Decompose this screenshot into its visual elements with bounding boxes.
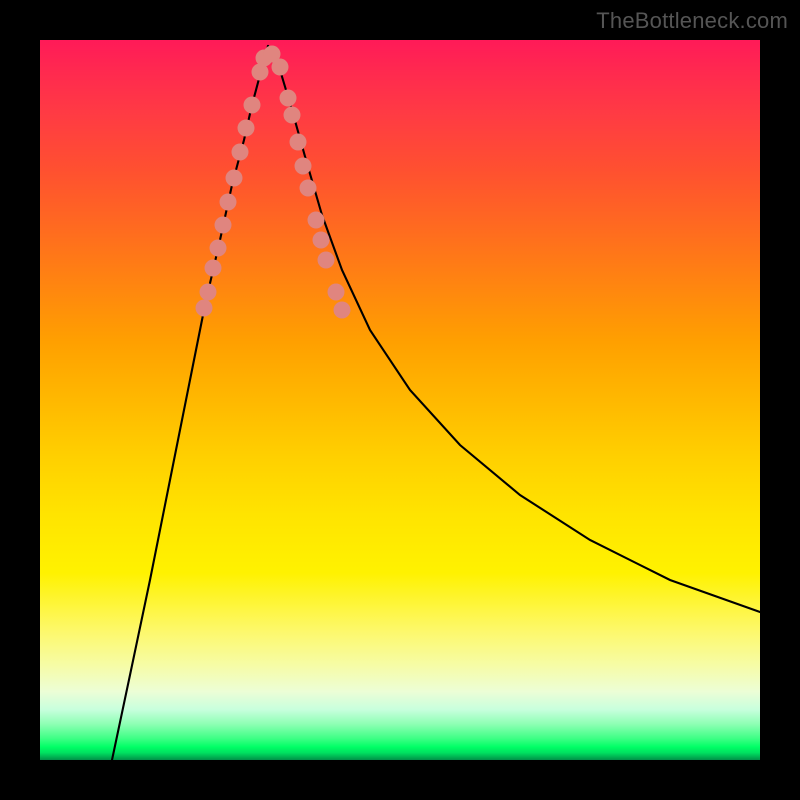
marker-dot <box>318 252 335 269</box>
marker-dot <box>238 120 255 137</box>
marker-dot <box>334 302 351 319</box>
chart-frame: TheBottleneck.com <box>0 0 800 800</box>
bottleneck-curve-right <box>268 46 760 612</box>
chart-svg <box>40 40 760 760</box>
marker-dot <box>295 158 312 175</box>
marker-dot <box>215 217 232 234</box>
plot-area <box>40 40 760 760</box>
marker-dot <box>220 194 237 211</box>
marker-dot <box>328 284 345 301</box>
marker-dot <box>200 284 217 301</box>
marker-dot <box>196 300 213 317</box>
marker-dot <box>290 134 307 151</box>
highlight-dots <box>196 46 351 319</box>
marker-dot <box>272 59 289 76</box>
marker-dot <box>232 144 249 161</box>
marker-dot <box>244 97 261 114</box>
marker-dot <box>300 180 317 197</box>
watermark-text: TheBottleneck.com <box>596 8 788 34</box>
marker-dot <box>210 240 227 257</box>
marker-dot <box>280 90 297 107</box>
marker-dot <box>284 107 301 124</box>
marker-dot <box>308 212 325 229</box>
marker-dot <box>205 260 222 277</box>
marker-dot <box>313 232 330 249</box>
marker-dot <box>226 170 243 187</box>
